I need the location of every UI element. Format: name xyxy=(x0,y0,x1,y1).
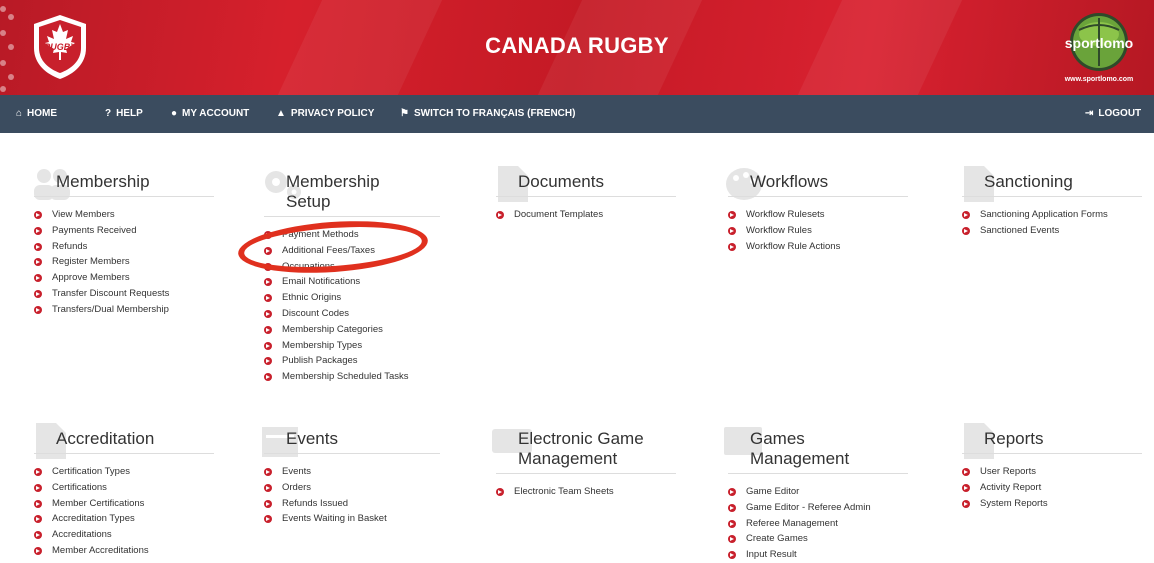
module-title: Accreditation xyxy=(34,429,214,454)
module-accreditation: Accreditation Certification Types Certif… xyxy=(34,423,214,559)
module-events: Events Events Orders Refunds Issued Even… xyxy=(262,427,440,527)
link-payment-methods[interactable]: Payment Methods xyxy=(264,227,440,243)
module-title: Membership Setup xyxy=(264,172,440,217)
link-email-notifications[interactable]: Email Notifications xyxy=(264,274,440,290)
flag-icon: ⚑ xyxy=(400,108,409,119)
link-create-games[interactable]: Create Games xyxy=(728,531,908,547)
link-payments-received[interactable]: Payments Received xyxy=(34,223,214,239)
link-events-waiting-in-basket[interactable]: Events Waiting in Basket xyxy=(264,511,440,527)
module-membership-setup: Membership Setup Payment Methods Additio… xyxy=(264,171,440,385)
link-ethnic-origins[interactable]: Ethnic Origins xyxy=(264,290,440,306)
module-title: Workflows xyxy=(728,172,908,197)
home-icon: ⌂ xyxy=(16,108,23,119)
nav-my-account[interactable]: ● MY ACCOUNT xyxy=(171,95,249,133)
module-title: Documents xyxy=(496,172,676,197)
link-certification-types[interactable]: Certification Types xyxy=(34,464,214,480)
events-links: Events Orders Refunds Issued Events Wait… xyxy=(264,464,440,527)
link-discount-codes[interactable]: Discount Codes xyxy=(264,306,440,322)
link-approve-members[interactable]: Approve Members xyxy=(34,270,214,286)
link-transfers-dual-membership[interactable]: Transfers/Dual Membership xyxy=(34,302,214,318)
link-electronic-team-sheets[interactable]: Electronic Team Sheets xyxy=(496,484,676,500)
link-view-members[interactable]: View Members xyxy=(34,207,214,223)
lock-icon: ▲ xyxy=(276,108,286,119)
user-icon: ● xyxy=(171,108,178,119)
nav-home-label: HOME xyxy=(27,108,58,119)
nav-logout[interactable]: ⇥ LOGOUT xyxy=(1085,95,1141,133)
link-certifications[interactable]: Certifications xyxy=(34,480,214,496)
nav-language-label: SWITCH TO FRANÇAIS (FRENCH) xyxy=(413,108,576,119)
nav-home[interactable]: ⌂ HOME xyxy=(16,95,57,133)
egm-links: Electronic Team Sheets xyxy=(496,484,676,500)
link-workflow-rulesets[interactable]: Workflow Rulesets xyxy=(728,207,908,223)
link-system-reports[interactable]: System Reports xyxy=(962,496,1142,512)
nav-help-label: HELP xyxy=(116,108,143,119)
svg-text:sportlomo: sportlomo xyxy=(1065,35,1133,51)
module-documents: Documents Document Templates xyxy=(496,166,676,223)
link-transfer-discount-requests[interactable]: Transfer Discount Requests xyxy=(34,286,214,302)
module-title: Sanctioning xyxy=(962,172,1142,197)
link-sanctioning-application-forms[interactable]: Sanctioning Application Forms xyxy=(962,207,1110,223)
link-membership-scheduled-tasks[interactable]: Membership Scheduled Tasks xyxy=(264,369,440,385)
module-title: Membership xyxy=(34,172,214,197)
link-publish-packages[interactable]: Publish Packages xyxy=(264,353,440,369)
link-refunds-issued[interactable]: Refunds Issued xyxy=(264,496,440,512)
link-member-certifications[interactable]: Member Certifications xyxy=(34,496,214,512)
link-sanctioned-events[interactable]: Sanctioned Events xyxy=(962,223,1142,239)
module-reports: Reports User Reports Activity Report Sys… xyxy=(962,423,1142,511)
link-register-members[interactable]: Register Members xyxy=(34,254,214,270)
nav-help[interactable]: ? HELP xyxy=(105,95,143,133)
link-accreditations[interactable]: Accreditations xyxy=(34,527,214,543)
link-game-editor[interactable]: Game Editor xyxy=(728,484,908,500)
sanctioning-links: Sanctioning Application Forms Sanctioned… xyxy=(962,207,1142,239)
nav-account-label: MY ACCOUNT xyxy=(182,108,250,119)
link-referee-management[interactable]: Referee Management xyxy=(728,516,908,532)
site-title: CANADA RUGBY xyxy=(485,33,669,58)
module-electronic-game-management: Electronic Game Management Electronic Te… xyxy=(492,429,676,500)
link-user-reports[interactable]: User Reports xyxy=(962,464,1142,480)
link-member-accreditations[interactable]: Member Accreditations xyxy=(34,543,214,559)
link-orders[interactable]: Orders xyxy=(264,480,440,496)
module-title: Games Management xyxy=(728,429,908,474)
top-nav: ⌂ HOME ? HELP ● MY ACCOUNT ▲ PRIVACY POLICY … xyxy=(0,95,1154,133)
documents-links: Document Templates xyxy=(496,207,676,223)
link-accreditation-types[interactable]: Accreditation Types xyxy=(34,511,214,527)
link-workflow-rule-actions[interactable]: Workflow Rule Actions xyxy=(728,239,908,255)
link-events[interactable]: Events xyxy=(264,464,440,480)
reports-links: User Reports Activity Report System Repo… xyxy=(962,464,1142,511)
question-icon: ? xyxy=(105,108,112,119)
link-additional-fees-taxes[interactable]: Additional Fees/Taxes xyxy=(264,243,440,259)
membership-links: View Members Payments Received Refunds R… xyxy=(34,207,214,318)
workflows-links: Workflow Rulesets Workflow Rules Workflo… xyxy=(728,207,908,254)
module-title: Reports xyxy=(962,429,1142,454)
module-games-management: Games Management Game Editor Game Editor… xyxy=(724,427,908,563)
nav-logout-label: LOGOUT xyxy=(1098,108,1142,119)
module-workflows: Workflows Workflow Rulesets Workflow Rul… xyxy=(726,168,908,254)
nav-privacy-label: PRIVACY POLICY xyxy=(290,108,375,119)
link-refunds[interactable]: Refunds xyxy=(34,239,214,255)
link-occupations[interactable]: Occupations xyxy=(264,259,440,275)
accreditation-links: Certification Types Certifications Membe… xyxy=(34,464,214,559)
link-membership-types[interactable]: Membership Types xyxy=(264,338,440,354)
link-game-editor-referee-admin[interactable]: Game Editor - Referee Admin xyxy=(728,500,908,516)
sportlomo-logo[interactable]: sportlomo www.sportlomo.com xyxy=(1055,10,1143,90)
site-header: RUGBY CANADA RUGBY sportlomo www.sportlo… xyxy=(0,0,1154,95)
module-sanctioning: Sanctioning Sanctioning Application Form… xyxy=(962,166,1142,239)
nav-privacy-policy[interactable]: ▲ PRIVACY POLICY xyxy=(276,95,374,133)
module-title: Electronic Game Management xyxy=(496,429,676,474)
link-membership-categories[interactable]: Membership Categories xyxy=(264,322,440,338)
link-activity-report[interactable]: Activity Report xyxy=(962,480,1142,496)
link-workflow-rules[interactable]: Workflow Rules xyxy=(728,223,908,239)
membership-setup-links: Payment Methods Additional Fees/Taxes Oc… xyxy=(264,227,440,385)
logout-icon: ⇥ xyxy=(1085,108,1094,119)
module-membership: Membership View Members Payments Receive… xyxy=(34,169,214,318)
partner-url: www.sportlomo.com xyxy=(1064,76,1134,83)
games-links: Game Editor Game Editor - Referee Admin … xyxy=(728,484,908,563)
module-title: Events xyxy=(264,429,440,454)
link-document-templates[interactable]: Document Templates xyxy=(496,207,676,223)
nav-switch-language[interactable]: ⚑ SWITCH TO FRANÇAIS (FRENCH) xyxy=(400,95,575,133)
